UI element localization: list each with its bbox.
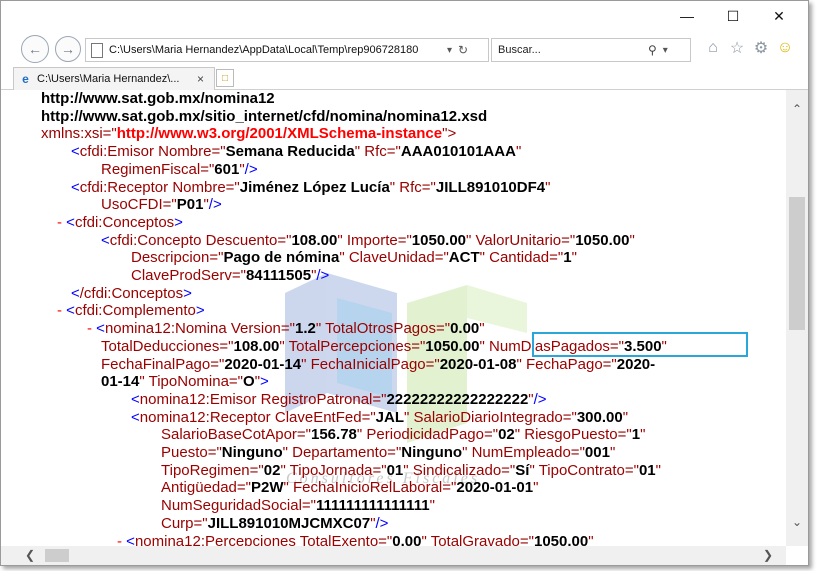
- scroll-down-icon[interactable]: ⌄: [786, 515, 808, 529]
- emisor-element: <cfdi:Emisor Nombre="Semana Reducida" Rf…: [71, 143, 522, 161]
- favorites-star-icon[interactable]: ☆: [727, 38, 747, 58]
- forward-arrow-icon: →: [61, 41, 75, 57]
- concepto-element: <cfdi:Concepto Descuento="108.00" Import…: [101, 231, 635, 249]
- collapse-toggle[interactable]: -: [57, 214, 66, 231]
- browser-window: — ☐ ✕ ← → C:\Users\Maria Hernandez\AppDa…: [0, 0, 809, 566]
- collapse-toggle[interactable]: -: [57, 302, 66, 319]
- address-bar[interactable]: C:\Users\Maria Hernandez\AppData\Local\T…: [85, 38, 489, 62]
- horizontal-scroll-thumb[interactable]: [45, 549, 69, 562]
- forward-button[interactable]: →: [55, 36, 81, 62]
- refresh-icon[interactable]: ↻: [458, 43, 468, 57]
- back-button[interactable]: ←: [21, 35, 49, 63]
- xmlns-xsi-line: xmlns:xsi="http://www.w3.org/2001/XMLSch…: [41, 125, 457, 143]
- vertical-scroll-thumb[interactable]: [789, 197, 805, 330]
- search-box[interactable]: Buscar... ⚲ ▾: [491, 38, 691, 62]
- search-icon[interactable]: ⚲: [648, 43, 657, 57]
- vertical-scrollbar[interactable]: ⌃ ⌄: [786, 90, 808, 546]
- receptor-element: <cfdi:Receptor Nombre="Jiménez López Luc…: [71, 178, 551, 196]
- scroll-left-icon[interactable]: ❮: [23, 548, 37, 562]
- complemento-element: - <cfdi:Complemento>: [57, 302, 205, 320]
- nomina-emisor-element: <nomina12:Emisor RegistroPatronal="22222…: [131, 390, 547, 408]
- title-bar: — ☐ ✕: [1, 1, 808, 31]
- schema-location-line: http://www.sat.gob.mx/sitio_internet/cfd…: [41, 107, 488, 125]
- new-tab-button[interactable]: □: [216, 69, 234, 87]
- minimize-button[interactable]: —: [664, 1, 710, 31]
- dropdown-arrow-icon[interactable]: ▾: [447, 45, 452, 56]
- search-placeholder: Buscar...: [498, 44, 541, 56]
- conceptos-close: </cfdi:Conceptos>: [71, 284, 192, 302]
- close-window-button[interactable]: ✕: [756, 1, 802, 31]
- xml-document: http://www.sat.gob.mx/nomina12 http://ww…: [15, 90, 775, 546]
- ie-logo-icon: e: [22, 72, 29, 86]
- page-icon: [91, 42, 103, 58]
- home-icon[interactable]: ⌂: [703, 38, 723, 58]
- back-arrow-icon: ←: [28, 41, 42, 57]
- xml-content-area: Consultores Fiscales http://www.sat.gob.…: [1, 90, 786, 546]
- collapse-toggle[interactable]: -: [117, 533, 126, 546]
- nomina-receptor-element: <nomina12:Receptor ClaveEntFed="JAL" Sal…: [131, 408, 629, 426]
- percepciones-element: - <nomina12:Percepciones TotalExento="0.…: [15, 533, 775, 546]
- collapse-toggle[interactable]: -: [87, 320, 96, 337]
- horizontal-scrollbar[interactable]: ❮ ❯: [1, 546, 786, 565]
- tab-title: C:\Users\Maria Hernandez\...: [37, 73, 180, 85]
- address-text: C:\Users\Maria Hernandez\AppData\Local\T…: [109, 44, 419, 56]
- maximize-button[interactable]: ☐: [710, 1, 756, 31]
- tab-active[interactable]: e C:\Users\Maria Hernandez\... ×: [13, 67, 215, 90]
- highlight-box-num-dias-pagados: [532, 332, 748, 357]
- tab-close-icon[interactable]: ×: [197, 72, 204, 86]
- smiley-feedback-icon[interactable]: ☺: [775, 38, 795, 58]
- tab-bar: e C:\Users\Maria Hernandez\... × □: [1, 67, 808, 90]
- navigation-bar: ← → C:\Users\Maria Hernandez\AppData\Loc…: [1, 32, 808, 66]
- settings-gear-icon[interactable]: ⚙: [751, 38, 771, 58]
- scroll-up-icon[interactable]: ⌃: [786, 102, 808, 116]
- scroll-right-icon[interactable]: ❯: [761, 548, 775, 562]
- search-dropdown-icon[interactable]: ▾: [663, 45, 668, 56]
- conceptos-element: - <cfdi:Conceptos>: [57, 213, 183, 231]
- namespace-line: http://www.sat.gob.mx/nomina12: [41, 90, 275, 107]
